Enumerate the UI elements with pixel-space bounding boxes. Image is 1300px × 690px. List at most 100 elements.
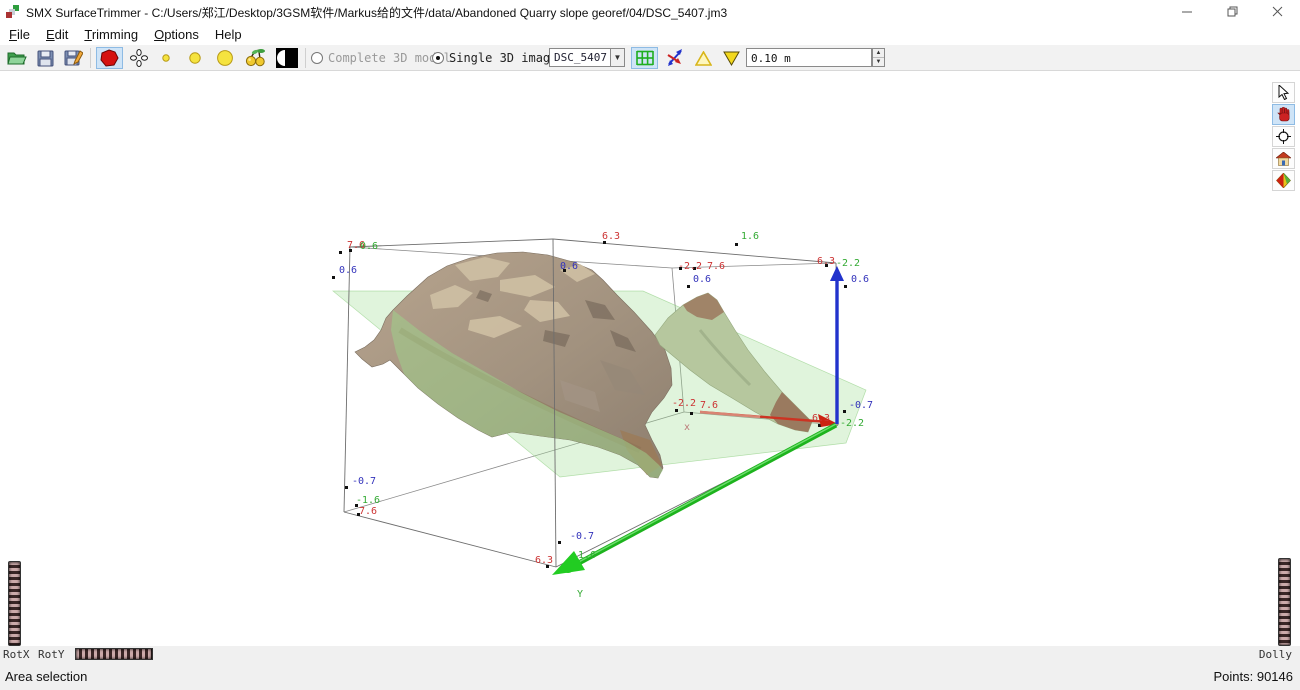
hand-icon xyxy=(1277,107,1291,122)
menu-item-options[interactable]: Options xyxy=(147,25,206,44)
crosshair-tool-button[interactable] xyxy=(127,47,151,69)
axis-tick-label: 0.6 xyxy=(339,265,357,276)
axis-tick-label: 0.6 xyxy=(360,241,378,252)
axis-tick-label: -0.7 xyxy=(849,400,873,411)
restore-button[interactable] xyxy=(1210,0,1255,23)
flip-arrows-button[interactable] xyxy=(662,47,688,69)
rock-model xyxy=(355,252,672,478)
menu-item-trimming[interactable]: Trimming xyxy=(77,25,145,44)
viewport-3d[interactable]: 7.60.66.31.6-2.27.66.3-2.20.60.60.60.6-0… xyxy=(0,71,1300,646)
menu-item-help[interactable]: Help xyxy=(208,25,249,44)
save-button[interactable] xyxy=(33,47,57,69)
side-toolbar xyxy=(1272,82,1295,192)
point-size-small-button[interactable] xyxy=(156,47,176,69)
axis-tick-label: 1.6 xyxy=(741,231,759,242)
minimize-button[interactable] xyxy=(1165,0,1210,23)
triangle-down-button[interactable] xyxy=(719,47,743,69)
axis-tick-label: 7.6 xyxy=(700,400,718,411)
complete-model-radio[interactable] xyxy=(311,52,323,64)
pointer-icon xyxy=(1277,85,1290,100)
home-icon xyxy=(1276,152,1291,166)
status-mode-text: Area selection xyxy=(5,669,87,684)
axis-tick-label: 6.3 xyxy=(817,256,835,267)
contrast-icon xyxy=(276,48,298,68)
render-mode-button[interactable] xyxy=(1272,170,1295,191)
axis-tick-label: -0.7 xyxy=(352,476,376,487)
cherries-button[interactable] xyxy=(242,47,269,69)
save-as-button[interactable] xyxy=(61,47,85,69)
home-view-button[interactable] xyxy=(1272,148,1295,169)
image-select-value: DSC_5407 xyxy=(554,51,607,64)
close-icon xyxy=(1272,6,1283,17)
trim-polygon-icon xyxy=(100,49,119,67)
axis-tick-label: -0.7 xyxy=(570,531,594,542)
save-icon xyxy=(37,50,54,67)
app-icon xyxy=(5,4,20,19)
left-zoom-slider[interactable] xyxy=(8,561,21,646)
scene-canvas xyxy=(0,71,1300,646)
rotation-bar: RotX RotY Dolly xyxy=(0,646,1300,663)
point-size-small-icon xyxy=(161,53,171,63)
hand-tool-button[interactable] xyxy=(1272,104,1295,125)
right-dolly-slider[interactable] xyxy=(1278,558,1291,646)
rotation-slider[interactable] xyxy=(75,648,153,660)
axis-tick-label: -2.2 xyxy=(840,418,864,429)
close-button[interactable] xyxy=(1255,0,1300,23)
triangle-up-button[interactable] xyxy=(691,47,715,69)
menu-item-edit[interactable]: Edit xyxy=(39,25,75,44)
image-select-dropdown-arrow[interactable]: ▼ xyxy=(610,48,625,67)
trim-polygon-button[interactable] xyxy=(96,47,123,69)
menu-bar: FileEditTrimmingOptionsHelp xyxy=(0,23,1300,45)
axis-tick-label: 0.6 xyxy=(693,274,711,285)
axis-tick-label: 6.3 xyxy=(812,413,830,424)
center-tool-button[interactable] xyxy=(1272,126,1295,147)
status-bar: Area selection Points: 90146 xyxy=(0,663,1300,690)
axis-tick-label: 7.6 xyxy=(359,506,377,517)
axis-tick-label: -2.2 xyxy=(836,258,860,269)
axis-tick-label: 6.3 xyxy=(535,555,553,566)
minimize-icon xyxy=(1182,6,1193,17)
open-folder-icon xyxy=(7,50,27,66)
open-button[interactable] xyxy=(5,47,29,69)
axis-tick-label: 0.6 xyxy=(851,274,869,285)
save-as-icon xyxy=(64,49,83,67)
point-size-large-button[interactable] xyxy=(212,47,238,69)
axis-tick-label: 0.6 xyxy=(560,261,578,272)
spacing-input[interactable] xyxy=(747,50,871,67)
axis-tick-label: -2.2 xyxy=(672,398,696,409)
single-image-radio[interactable] xyxy=(432,52,444,64)
grid-toggle-button[interactable] xyxy=(631,47,658,69)
menu-item-file[interactable]: File xyxy=(2,25,37,44)
grid-icon xyxy=(636,50,654,66)
axis-tick-label: Y xyxy=(577,589,583,600)
image-select-dropdown[interactable]: DSC_5407 xyxy=(549,48,611,67)
axis-tick-label: 1.6 xyxy=(578,550,596,561)
axis-tick-label: -1.6 xyxy=(356,495,380,506)
gem-icon xyxy=(1276,173,1291,188)
main-toolbar: Complete 3D model Single 3D image: DSC_5… xyxy=(0,45,1300,71)
triangle-down-icon xyxy=(723,51,740,66)
point-size-large-icon xyxy=(216,49,234,67)
title-bar: SMX SurfaceTrimmer - C:/Users/郑江/Desktop… xyxy=(0,0,1300,23)
spinner-down-icon[interactable]: ▼ xyxy=(873,58,884,67)
contrast-button[interactable] xyxy=(273,47,300,69)
spacing-spinner[interactable]: ▲ ▼ xyxy=(872,48,885,67)
rotx-label: RotX xyxy=(3,648,30,661)
point-size-medium-button[interactable] xyxy=(184,47,206,69)
triangle-up-icon xyxy=(695,51,712,66)
flip-arrows-icon xyxy=(665,49,685,67)
axis-tick-label: 7.6 xyxy=(707,261,725,272)
roty-label: RotY xyxy=(38,648,65,661)
cherries-icon xyxy=(245,48,267,68)
restore-icon xyxy=(1227,6,1239,18)
crosshair-tool-icon xyxy=(130,49,148,67)
target-icon xyxy=(1276,129,1291,144)
axis-tick-label: 6.3 xyxy=(602,231,620,242)
points-count: Points: 90146 xyxy=(1213,669,1293,684)
single-image-label: Single 3D image: xyxy=(449,51,565,65)
pointer-tool-button[interactable] xyxy=(1272,82,1295,103)
point-size-medium-icon xyxy=(188,51,202,65)
window-title: SMX SurfaceTrimmer - C:/Users/郑江/Desktop… xyxy=(26,4,727,21)
spinner-up-icon[interactable]: ▲ xyxy=(873,49,884,58)
spacing-input-box xyxy=(746,48,872,67)
